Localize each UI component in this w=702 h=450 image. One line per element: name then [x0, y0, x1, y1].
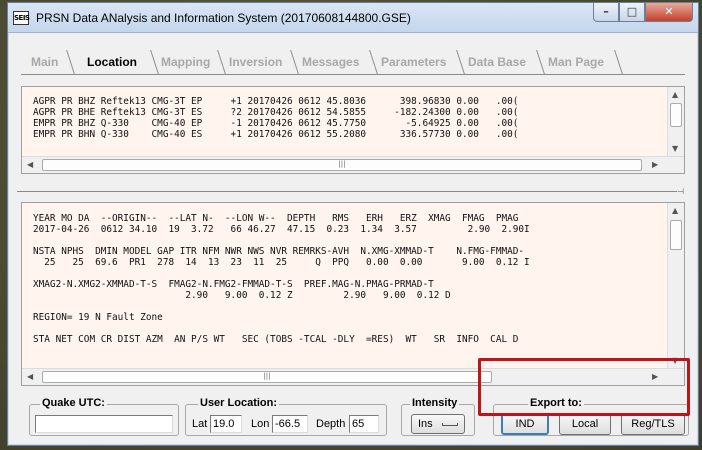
scroll-up-arrow-icon[interactable]: ▲ — [672, 206, 678, 215]
phase-horizontal-scrollbar[interactable]: ◀ ||| ▶ — [22, 156, 684, 173]
output-line: REGION= 19 N Fault Zone — [33, 312, 163, 323]
lat-input[interactable]: 19.0 — [210, 415, 242, 433]
intensity-label: Intensity — [410, 397, 460, 409]
output-line: NSTA NPHS DMIN MODEL GAP ITR NFM NWR NWS… — [33, 246, 525, 257]
output-line: XMAG2-N.XMG2-XMMAD-T-S FMAG2-N.FMG2-FMMA… — [33, 279, 434, 290]
tab-data-base[interactable]: Data Base — [458, 50, 526, 74]
minimize-button[interactable]: – — [593, 3, 619, 22]
scroll-left-arrow-icon[interactable]: ◀ — [27, 160, 33, 169]
depth-label: Depth — [316, 418, 346, 430]
tab-parameters[interactable]: Parameters — [371, 50, 446, 74]
phase-list-pane[interactable]: AGPR PR BHZ Reftek13 CMG-3T EP +1 201704… — [21, 86, 685, 174]
maximize-button[interactable]: □ — [619, 3, 645, 22]
output-line: 2017-04-26 0612 34.10 19 3.72 66 46.27 4… — [33, 224, 530, 235]
pane-splitter[interactable]: ⊣ — [17, 188, 691, 196]
toggle-indicator-icon — [442, 423, 458, 426]
scroll-thumb[interactable] — [670, 220, 682, 250]
export-highlight-box — [478, 358, 690, 416]
phase-line: EMPR PR BHZ Q-330 CMG-40 EP -1 20170426 … — [33, 118, 519, 129]
intensity-value: Ins — [418, 418, 433, 430]
intensity-toggle[interactable]: Ins — [411, 414, 465, 434]
tab-inversion[interactable]: Inversion — [219, 50, 282, 74]
scroll-thumb[interactable]: ||| — [42, 159, 642, 171]
output-line: STA NET COM CR DIST AZM AN P/S WT SEC (T… — [33, 334, 519, 345]
phase-line: EMPR PR BHN Q-330 CMG-40 ES +1 20170426 … — [33, 129, 519, 138]
scroll-left-arrow-icon[interactable]: ◀ — [27, 372, 33, 381]
phase-line: AGPR PR BHE Reftek13 CMG-3T ES ?2 201704… — [33, 107, 519, 118]
lon-label: Lon — [251, 418, 270, 430]
tab-location[interactable]: Location — [77, 50, 137, 74]
title-bar[interactable]: SEIS PRSN Data ANalysis and Information … — [8, 3, 698, 33]
tab-mapping[interactable]: Mapping — [151, 50, 210, 74]
scroll-right-arrow-icon[interactable]: ▶ — [652, 160, 658, 169]
tab-messages[interactable]: Messages — [292, 50, 359, 74]
output-line: YEAR MO DA --ORIGIN-- --LAT N- --LON W--… — [33, 213, 519, 224]
depth-input[interactable]: 65 — [349, 415, 379, 433]
export-local-button[interactable]: Local — [559, 413, 611, 435]
tab-baseline — [21, 74, 685, 75]
tab-strip: Main Location Mapping Inversion Messages… — [21, 50, 681, 74]
phase-vertical-scrollbar[interactable]: ▲ ▼ — [667, 87, 684, 156]
scroll-up-arrow-icon[interactable]: ▲ — [672, 90, 678, 99]
splitter-line — [17, 191, 677, 192]
window-title: PRSN Data ANalysis and Information Syste… — [36, 11, 411, 25]
quake-utc-label: Quake UTC: — [40, 397, 107, 409]
splitter-grip-icon[interactable]: ⊣ — [677, 188, 691, 196]
tab-man-page[interactable]: Man Page — [538, 50, 604, 74]
output-vertical-scrollbar[interactable]: ▲ ▼ — [667, 203, 684, 368]
app-icon: SEIS — [13, 11, 30, 25]
tab-divider — [607, 50, 623, 74]
export-reg-tls-button[interactable]: Reg/TLS — [621, 413, 685, 435]
output-line: 2.90 9.00 0.12 Z 2.90 9.00 0.12 D — [33, 290, 451, 301]
scroll-down-arrow-icon[interactable]: ▼ — [672, 144, 678, 153]
output-line: 25 25 69.6 PR1 278 14 13 23 11 25 Q PPQ … — [33, 257, 530, 268]
user-location-label: User Location: — [198, 397, 280, 409]
lon-input[interactable]: -66.5 — [272, 415, 308, 433]
scroll-thumb[interactable]: ||| — [42, 371, 492, 383]
tab-main[interactable]: Main — [21, 50, 58, 74]
tab-divider — [59, 50, 75, 74]
phase-line: AGPR PR BHZ Reftek13 CMG-3T EP +1 201704… — [33, 96, 519, 107]
close-button[interactable]: ✕ — [645, 3, 693, 22]
quake-utc-field[interactable] — [35, 415, 173, 433]
export-ind-button[interactable]: IND — [501, 413, 549, 435]
scroll-thumb[interactable] — [670, 103, 682, 127]
lat-label: Lat — [192, 418, 208, 430]
